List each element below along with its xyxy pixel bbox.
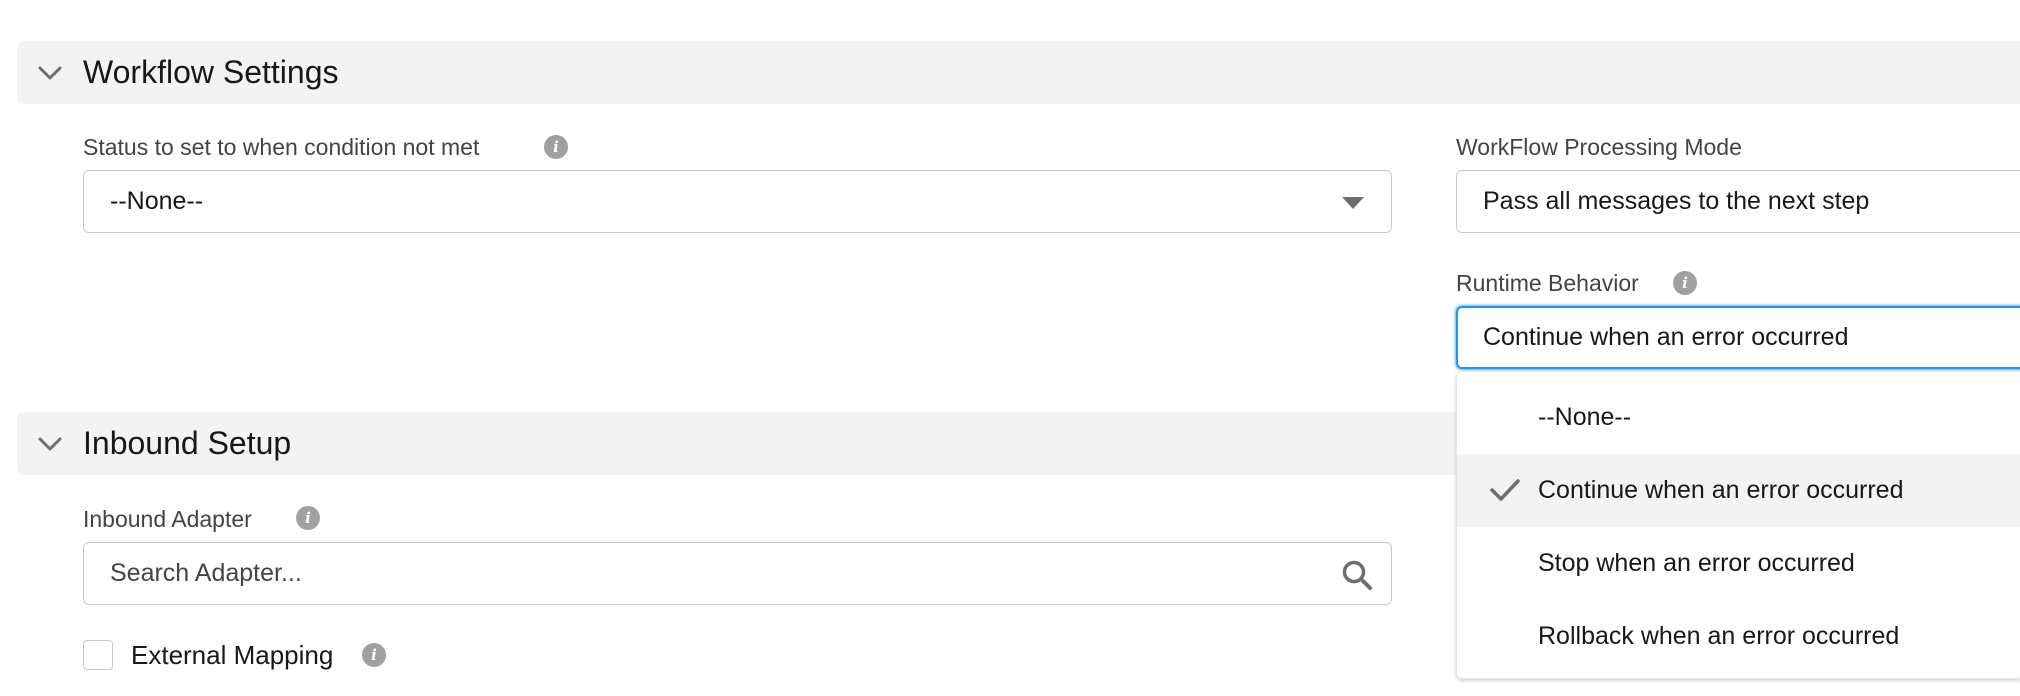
runtime-behavior-label: Runtime Behavior — [1456, 270, 1639, 296]
checkmark-icon — [1490, 479, 1520, 501]
option-rollback-on-error[interactable]: Rollback when an error occurred — [1457, 600, 2020, 673]
inbound-adapter-search[interactable]: Search Adapter... — [83, 542, 1392, 605]
status-condition-value: --None-- — [110, 187, 204, 215]
section-title: Inbound Setup — [83, 425, 292, 461]
runtime-behavior-select[interactable]: Continue when an error occurred — [1456, 306, 2020, 369]
workflow-config-form: Workflow Settings Status to set to when … — [0, 0, 2020, 696]
inbound-adapter-label: Inbound Adapter — [83, 506, 252, 532]
info-icon[interactable]: i — [544, 135, 568, 159]
chevron-down-icon[interactable] — [37, 60, 63, 86]
section-workflow-settings[interactable]: Workflow Settings — [17, 41, 2020, 104]
option-continue-on-error[interactable]: Continue when an error occurred — [1457, 454, 2020, 527]
status-condition-select[interactable]: --None-- — [83, 170, 1392, 233]
external-mapping-label: External Mapping — [131, 640, 334, 670]
search-icon[interactable] — [1341, 559, 1373, 591]
option-stop-on-error[interactable]: Stop when an error occurred — [1457, 527, 2020, 600]
option-label: Rollback when an error occurred — [1538, 622, 1900, 650]
processing-mode-value: Pass all messages to the next step — [1483, 187, 1870, 215]
info-icon[interactable]: i — [1673, 271, 1697, 295]
processing-mode-label: WorkFlow Processing Mode — [1456, 134, 1742, 160]
runtime-behavior-listbox: --None-- Continue when an error occurred… — [1456, 371, 2020, 679]
option-label: Stop when an error occurred — [1538, 549, 1855, 577]
info-icon[interactable]: i — [296, 506, 320, 530]
info-icon[interactable]: i — [362, 643, 386, 667]
option-none[interactable]: --None-- — [1457, 381, 2020, 454]
status-condition-label: Status to set to when condition not met — [83, 134, 480, 160]
option-label: --None-- — [1538, 403, 1632, 431]
chevron-down-icon[interactable] — [37, 431, 63, 457]
caret-down-icon — [1342, 197, 1364, 209]
runtime-behavior-value: Continue when an error occurred — [1483, 323, 1849, 351]
external-mapping-checkbox[interactable] — [83, 640, 113, 670]
inbound-adapter-placeholder: Search Adapter... — [110, 559, 302, 587]
processing-mode-select[interactable]: Pass all messages to the next step — [1456, 170, 2020, 233]
option-label: Continue when an error occurred — [1538, 476, 1904, 504]
section-title: Workflow Settings — [83, 54, 339, 90]
